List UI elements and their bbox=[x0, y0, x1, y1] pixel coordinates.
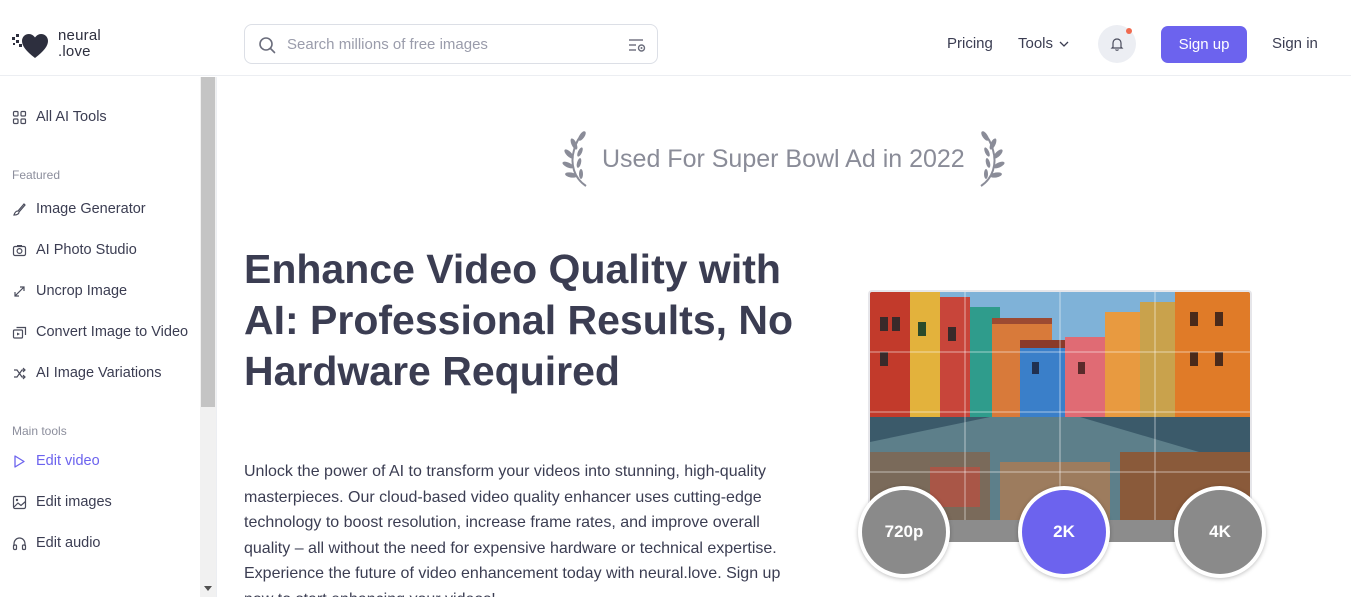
page-title: Enhance Video Quality with AI: Professio… bbox=[244, 246, 794, 394]
sidebar-item-edit-video[interactable]: Edit video bbox=[12, 453, 100, 469]
resolution-illustration: 720p 2K 4K bbox=[856, 286, 1266, 586]
sidebar: All AI Tools Featured Image Generator AI… bbox=[0, 77, 217, 597]
award-text: Used For Super Bowl Ad in 2022 bbox=[602, 144, 965, 173]
top-header: neural .love Pricing Tools Sign up S bbox=[0, 0, 1351, 76]
camera-icon bbox=[12, 244, 27, 256]
sidebar-item-edit-images[interactable]: Edit images bbox=[12, 494, 112, 510]
sidebar-item-label: Edit audio bbox=[36, 535, 101, 551]
chevron-down-icon bbox=[1059, 41, 1069, 47]
sidebar-item-label: Edit video bbox=[36, 453, 100, 469]
sidebar-section-main-tools: Main tools bbox=[12, 424, 67, 438]
brush-icon bbox=[13, 202, 26, 216]
brand-line1: neural bbox=[58, 27, 101, 44]
sidebar-item-edit-audio[interactable]: Edit audio bbox=[12, 535, 101, 551]
notifications-button[interactable] bbox=[1098, 25, 1136, 63]
sidebar-item-label: AI Photo Studio bbox=[36, 242, 137, 258]
award-banner: Used For Super Bowl Ad in 2022 bbox=[560, 128, 1012, 190]
search-input[interactable] bbox=[287, 25, 607, 63]
bell-icon bbox=[1110, 38, 1124, 51]
sidebar-item-label: Edit images bbox=[36, 494, 112, 510]
resolution-720p-option[interactable]: 720p bbox=[858, 486, 950, 578]
sidebar-item-label: All AI Tools bbox=[36, 109, 107, 125]
search-icon bbox=[259, 37, 276, 54]
nav-tools-dropdown[interactable]: Tools bbox=[1018, 35, 1069, 52]
sidebar-scrollbar-thumb[interactable] bbox=[201, 77, 215, 407]
sidebar-item-ai-photo-studio[interactable]: AI Photo Studio bbox=[12, 242, 137, 258]
play-icon bbox=[14, 454, 25, 468]
sidebar-item-convert-image-to-video[interactable]: Convert Image to Video bbox=[12, 324, 188, 340]
resolution-2k-option[interactable]: 2K bbox=[1018, 486, 1110, 578]
sign-up-button[interactable]: Sign up bbox=[1161, 26, 1247, 63]
image-to-video-icon bbox=[12, 326, 27, 339]
sidebar-item-label: Uncrop Image bbox=[36, 283, 128, 299]
laurel-right-icon bbox=[980, 131, 1005, 187]
expand-icon bbox=[14, 285, 25, 297]
sidebar-item-label: AI Image Variations bbox=[36, 365, 162, 381]
shuffle-icon bbox=[14, 367, 26, 379]
logo[interactable]: neural .love bbox=[10, 24, 101, 64]
scroll-down-arrow-icon[interactable] bbox=[203, 583, 213, 593]
nav-tools-label: Tools bbox=[1018, 35, 1054, 52]
resolution-4k-option[interactable]: 4K bbox=[1174, 486, 1266, 578]
search-bar bbox=[244, 24, 658, 64]
filter-settings-icon[interactable] bbox=[627, 36, 647, 54]
sidebar-item-uncrop-image[interactable]: Uncrop Image bbox=[12, 283, 127, 299]
headphones-icon bbox=[12, 536, 27, 550]
sidebar-section-featured: Featured bbox=[12, 168, 61, 182]
sidebar-item-image-generator[interactable]: Image Generator bbox=[12, 201, 146, 217]
heart-logo-icon bbox=[12, 34, 48, 58]
sign-in-link[interactable]: Sign in bbox=[1272, 35, 1318, 52]
grid-icon bbox=[12, 110, 27, 124]
laurel-left-icon bbox=[562, 131, 587, 187]
sidebar-item-label: Image Generator bbox=[36, 201, 146, 217]
sidebar-item-all-ai-tools[interactable]: All AI Tools bbox=[12, 109, 107, 125]
nav-pricing-link[interactable]: Pricing bbox=[947, 35, 993, 52]
image-icon bbox=[12, 495, 27, 509]
hero-description: Unlock the power of AI to transform your… bbox=[244, 463, 781, 597]
sidebar-item-ai-image-variations[interactable]: AI Image Variations bbox=[12, 365, 161, 381]
notification-dot bbox=[1126, 28, 1132, 34]
brand-line2: .love bbox=[58, 43, 91, 60]
sidebar-item-label: Convert Image to Video bbox=[36, 324, 189, 340]
